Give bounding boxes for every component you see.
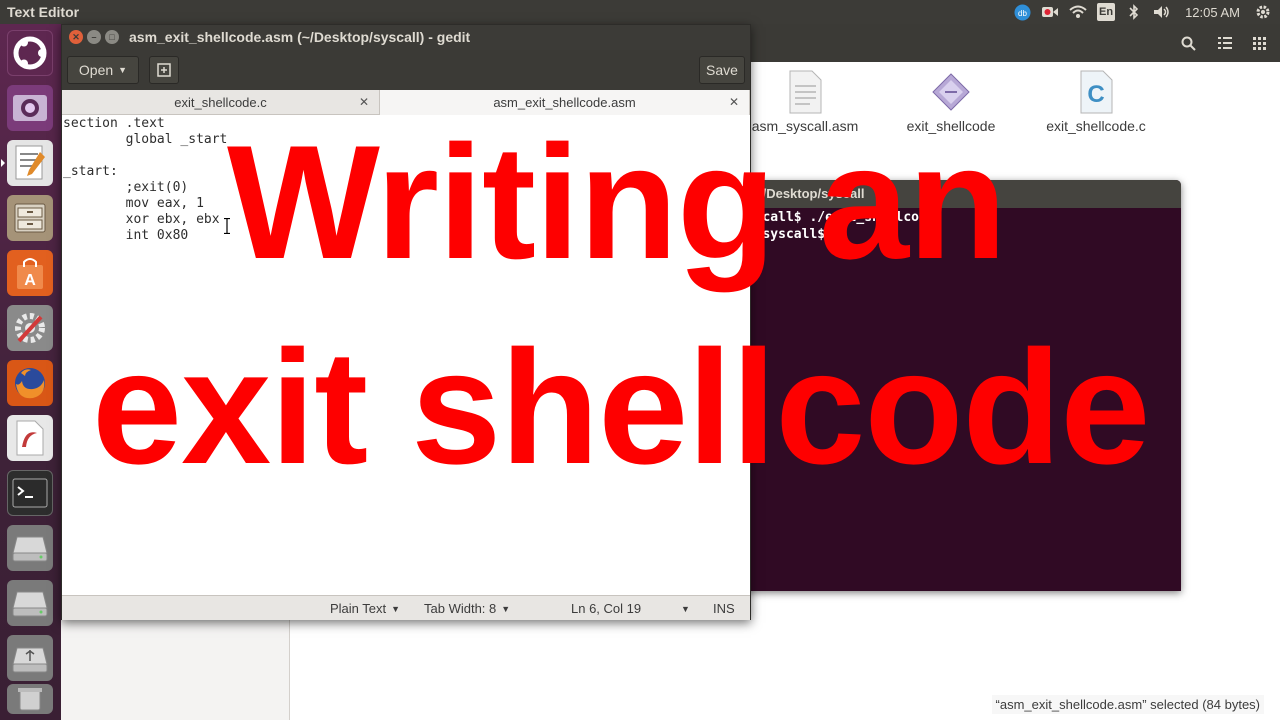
camera-recorder-icon[interactable] — [1041, 3, 1059, 21]
gedit-toolbar: Open ▼ Save — [62, 50, 750, 90]
hard-drive-icon — [12, 536, 48, 562]
close-tab-icon[interactable]: ✕ — [729, 95, 739, 109]
launcher: A — [0, 24, 61, 720]
new-document-icon — [157, 63, 171, 77]
launcher-screenshot-app[interactable] — [7, 85, 53, 131]
svg-text:C: C — [1087, 81, 1104, 108]
text-file-icon — [785, 70, 825, 114]
open-button[interactable]: Open ▼ — [67, 56, 139, 84]
launcher-software-center[interactable]: A — [7, 250, 53, 296]
wifi-icon[interactable] — [1069, 3, 1087, 21]
gedit-statusbar: Plain Text ▼ Tab Width: 8 ▼ Ln 6, Col 19 ▼… — [62, 595, 750, 620]
launcher-terminal[interactable] — [7, 470, 53, 516]
window-title: asm_exit_shellcode.asm (~/Desktop/syscal… — [129, 29, 471, 45]
clock[interactable]: 12:05 AM — [1185, 5, 1240, 20]
launcher-system-settings[interactable] — [7, 305, 53, 351]
trash-icon — [18, 688, 42, 711]
volume-icon[interactable] — [1153, 3, 1171, 21]
skype-icon[interactable]: db — [1013, 3, 1031, 21]
gear-icon[interactable] — [1254, 3, 1272, 21]
save-button[interactable]: Save — [699, 56, 745, 84]
chevron-down-icon: ▼ — [681, 604, 690, 614]
file-name: exit_shellcode.c — [1046, 118, 1146, 134]
position-dropdown[interactable]: ▼ — [676, 601, 690, 616]
search-icon[interactable] — [1175, 32, 1201, 54]
document-draw-icon — [16, 420, 44, 456]
overlay-title-line-2: exit shellcode — [92, 317, 1150, 498]
chevron-down-icon: ▼ — [501, 604, 511, 614]
window-titlebar[interactable]: ✕ – □ asm_exit_shellcode.asm (~/Desktop/… — [62, 25, 750, 50]
launcher-disk-drive-1[interactable] — [7, 525, 53, 571]
top-panel: Text Editor db En 12:05 AM — [0, 0, 1280, 24]
code-text[interactable]: section .text global _start _start: ;exi… — [63, 116, 227, 244]
keyboard-layout-indicator[interactable]: En — [1097, 3, 1116, 21]
file-cabinet-icon — [14, 203, 46, 233]
launcher-libreoffice-draw[interactable] — [7, 415, 53, 461]
launcher-trash[interactable] — [7, 684, 53, 714]
chevron-down-icon: ▼ — [391, 604, 401, 614]
screenshot-app-icon — [13, 95, 47, 121]
language-selector[interactable]: Plain Text ▼ — [330, 601, 400, 616]
file-item[interactable]: C exit_shellcode.c — [1021, 70, 1171, 134]
system-tray: db En 12:05 AM — [1013, 2, 1272, 22]
grid-view-icon[interactable] — [1246, 32, 1272, 54]
text-editor-icon — [15, 145, 45, 180]
close-tab-icon[interactable]: ✕ — [359, 95, 369, 109]
cursor-position[interactable]: Ln 6, Col 19 — [571, 601, 641, 616]
launcher-usb-drive[interactable] — [7, 635, 53, 681]
selection-status: “asm_exit_shellcode.asm” selected (84 by… — [991, 695, 1264, 714]
minimize-icon[interactable]: – — [87, 30, 101, 44]
ubuntu-logo-icon — [13, 36, 47, 70]
svg-text:A: A — [24, 272, 36, 289]
firefox-icon — [15, 368, 45, 399]
tab-width-selector[interactable]: Tab Width: 8 ▼ — [424, 601, 510, 616]
svg-text:db: db — [1018, 9, 1027, 18]
executable-icon — [931, 70, 971, 114]
launcher-firefox[interactable] — [7, 360, 53, 406]
settings-wrench-icon — [15, 313, 45, 343]
c-source-icon: C — [1076, 70, 1116, 114]
shopping-bag-icon: A — [17, 258, 43, 289]
new-tab-button[interactable] — [149, 56, 179, 84]
launcher-text-editor[interactable] — [1, 140, 53, 186]
insert-mode: INS — [713, 601, 735, 616]
launcher-files[interactable] — [7, 195, 53, 241]
list-view-icon[interactable] — [1212, 32, 1238, 54]
app-menu-title[interactable]: Text Editor — [7, 4, 79, 20]
maximize-icon[interactable]: □ — [105, 30, 119, 44]
usb-drive-icon — [12, 647, 48, 673]
bluetooth-icon[interactable] — [1125, 3, 1143, 21]
hard-drive-icon — [12, 591, 48, 617]
ubuntu-dash-button[interactable] — [7, 30, 53, 76]
close-icon[interactable]: ✕ — [69, 30, 83, 44]
terminal-icon — [12, 478, 48, 508]
chevron-down-icon: ▼ — [118, 65, 128, 75]
overlay-title-line-1: Writing an — [227, 112, 1007, 293]
launcher-disk-drive-2[interactable] — [7, 580, 53, 626]
